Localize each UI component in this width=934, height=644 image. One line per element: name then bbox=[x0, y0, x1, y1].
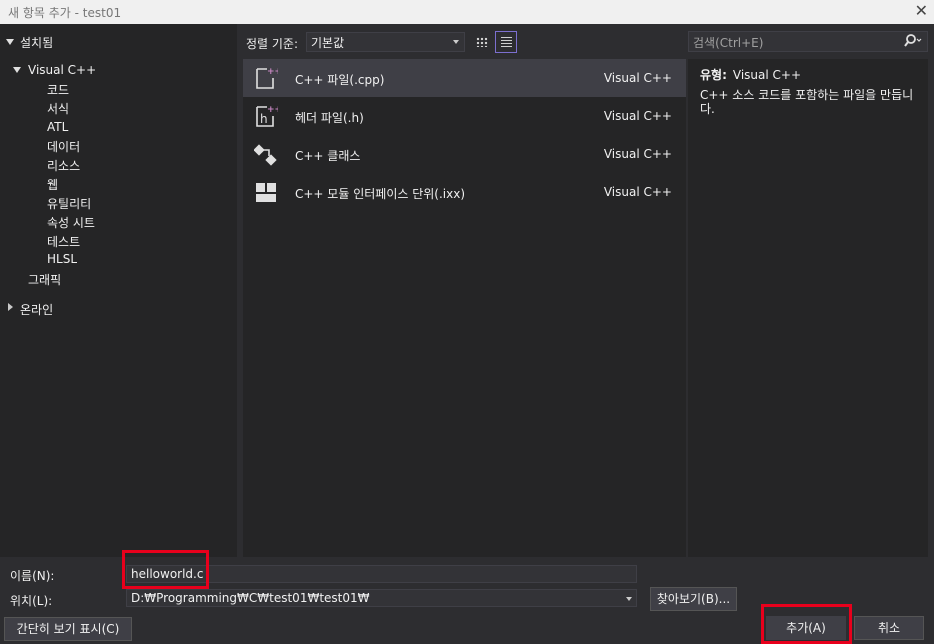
expand-icon bbox=[13, 67, 21, 73]
svg-text:++: ++ bbox=[267, 105, 278, 115]
tree-item-data[interactable]: 데이터 bbox=[47, 138, 80, 155]
list-icon bbox=[501, 37, 512, 48]
svg-text:++: ++ bbox=[267, 67, 278, 77]
window-title: 새 항목 추가 - test01 bbox=[8, 6, 122, 20]
details-panel: 유형: Visual C++ C++ 소스 코드를 포함하는 파일을 만듭니다. bbox=[688, 59, 928, 557]
tree-item-hlsl[interactable]: HLSL bbox=[47, 252, 77, 266]
type-label: 유형: bbox=[700, 68, 727, 82]
template-language: Visual C++ bbox=[603, 71, 672, 85]
module-icon bbox=[256, 183, 276, 202]
tree-item-resource[interactable]: 리소스 bbox=[47, 157, 80, 174]
chevron-down-icon bbox=[626, 597, 632, 601]
installed-label: 설치됨 bbox=[20, 35, 54, 50]
tree-item-property-sheet[interactable]: 속성 시트 bbox=[47, 214, 95, 231]
tree-item-format[interactable]: 서식 bbox=[47, 100, 69, 117]
sort-dropdown[interactable]: 기본값 bbox=[306, 32, 465, 52]
search-input[interactable]: 검색(Ctrl+E) bbox=[688, 31, 928, 52]
template-row[interactable]: C++ 모듈 인터페이스 단위(.ixx) Visual C++ bbox=[243, 173, 686, 211]
sort-label: 정렬 기준: bbox=[246, 37, 299, 51]
template-description: C++ 소스 코드를 포함하는 파일을 만듭니다. bbox=[700, 88, 914, 116]
search-icon[interactable] bbox=[903, 33, 923, 49]
category-tree: 설치됨 Visual C++ 코드 서식 ATL 데이터 리소스 웹 유틸리티 … bbox=[0, 24, 237, 557]
template-list: ++ C++ 파일(.cpp) Visual C++ h ++ 헤더 파일(.h… bbox=[243, 59, 686, 557]
tree-item-test[interactable]: 테스트 bbox=[47, 233, 80, 250]
template-name: C++ 클래스 bbox=[295, 149, 361, 163]
tree-item-graphics[interactable]: 그래픽 bbox=[28, 271, 61, 288]
template-row[interactable]: h ++ 헤더 파일(.h) Visual C++ bbox=[243, 97, 686, 135]
grid-view-button[interactable] bbox=[471, 31, 493, 53]
expand-icon bbox=[6, 39, 14, 45]
template-name: 헤더 파일(.h) bbox=[295, 111, 364, 125]
tree-item-visual-cpp[interactable]: Visual C++ bbox=[28, 63, 96, 77]
template-row[interactable]: ++ C++ 파일(.cpp) Visual C++ bbox=[243, 59, 686, 97]
installed-header[interactable]: 설치됨 bbox=[0, 24, 237, 52]
template-language: Visual C++ bbox=[603, 109, 672, 123]
close-icon[interactable]: ✕ bbox=[915, 1, 928, 20]
template-row[interactable]: C++ 클래스 Visual C++ bbox=[243, 135, 686, 173]
template-name: C++ 파일(.cpp) bbox=[295, 73, 385, 87]
chevron-down-icon bbox=[453, 40, 459, 44]
collapse-icon bbox=[8, 303, 13, 311]
name-label: 이름(N): bbox=[10, 569, 55, 583]
title-bar: 새 항목 추가 - test01 ✕ bbox=[0, 0, 934, 24]
header-file-icon: h ++ bbox=[256, 105, 278, 127]
highlight-box bbox=[122, 550, 209, 589]
class-icon bbox=[254, 144, 277, 166]
cpp-file-icon: ++ bbox=[256, 67, 278, 89]
tree-item-code[interactable]: 코드 bbox=[47, 81, 69, 98]
template-name: C++ 모듈 인터페이스 단위(.ixx) bbox=[295, 187, 466, 201]
location-label: 위치(L): bbox=[10, 594, 53, 608]
location-dropdown[interactable]: D:₩Programming₩C₩test01₩test01₩ bbox=[126, 589, 637, 607]
search-placeholder: 검색(Ctrl+E) bbox=[693, 36, 764, 50]
template-language: Visual C++ bbox=[603, 185, 672, 199]
highlight-box bbox=[761, 604, 852, 644]
browse-button[interactable]: 찾아보기(B)... bbox=[650, 587, 737, 611]
template-language: Visual C++ bbox=[603, 147, 672, 161]
tree-item-utility[interactable]: 유틸리티 bbox=[47, 195, 91, 212]
type-value: Visual C++ bbox=[732, 68, 802, 82]
list-view-button[interactable] bbox=[495, 31, 517, 53]
sort-value: 기본값 bbox=[311, 36, 345, 50]
tree-item-atl[interactable]: ATL bbox=[47, 120, 68, 134]
cancel-button[interactable]: 취소 bbox=[854, 616, 924, 640]
type-line: 유형: Visual C++ bbox=[700, 66, 801, 83]
grid-icon bbox=[476, 37, 488, 47]
tree-item-online[interactable]: 온라인 bbox=[20, 301, 53, 318]
tree-item-web[interactable]: 웹 bbox=[47, 176, 58, 193]
compact-view-button[interactable]: 간단히 보기 표시(C) bbox=[4, 617, 132, 641]
location-value: D:₩Programming₩C₩test01₩test01₩ bbox=[131, 591, 370, 605]
